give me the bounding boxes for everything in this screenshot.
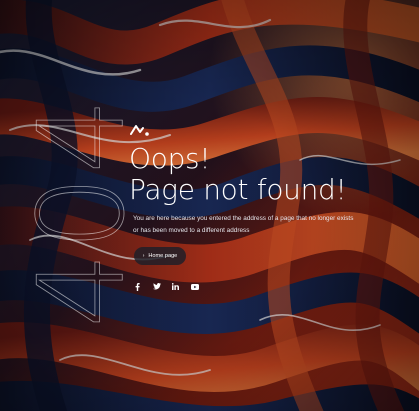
page-title: Oops! Page not found! bbox=[129, 143, 414, 205]
description-line-1: You are here because you entered the add… bbox=[133, 215, 354, 222]
home-page-button-label: Home page bbox=[148, 253, 178, 259]
linkedin-icon[interactable] bbox=[171, 282, 180, 291]
facebook-icon[interactable] bbox=[133, 282, 142, 291]
description-line-2: or has been moved to a different address bbox=[133, 227, 250, 234]
error-description: You are here because you entered the add… bbox=[133, 213, 393, 237]
twitter-icon[interactable] bbox=[152, 282, 161, 291]
youtube-icon[interactable] bbox=[190, 282, 199, 291]
home-page-button[interactable]: › Home page bbox=[134, 247, 186, 265]
chevron-right-icon: › bbox=[142, 252, 145, 259]
ghost-error-code: 404 bbox=[12, 96, 151, 328]
title-line-not-found: Page not found! bbox=[129, 173, 347, 206]
social-links bbox=[133, 282, 199, 291]
title-line-oops: Oops! bbox=[129, 142, 211, 175]
brand-logo-icon bbox=[130, 125, 149, 136]
not-found-page: 404 Oops! Page not found! You are here b… bbox=[0, 0, 419, 411]
